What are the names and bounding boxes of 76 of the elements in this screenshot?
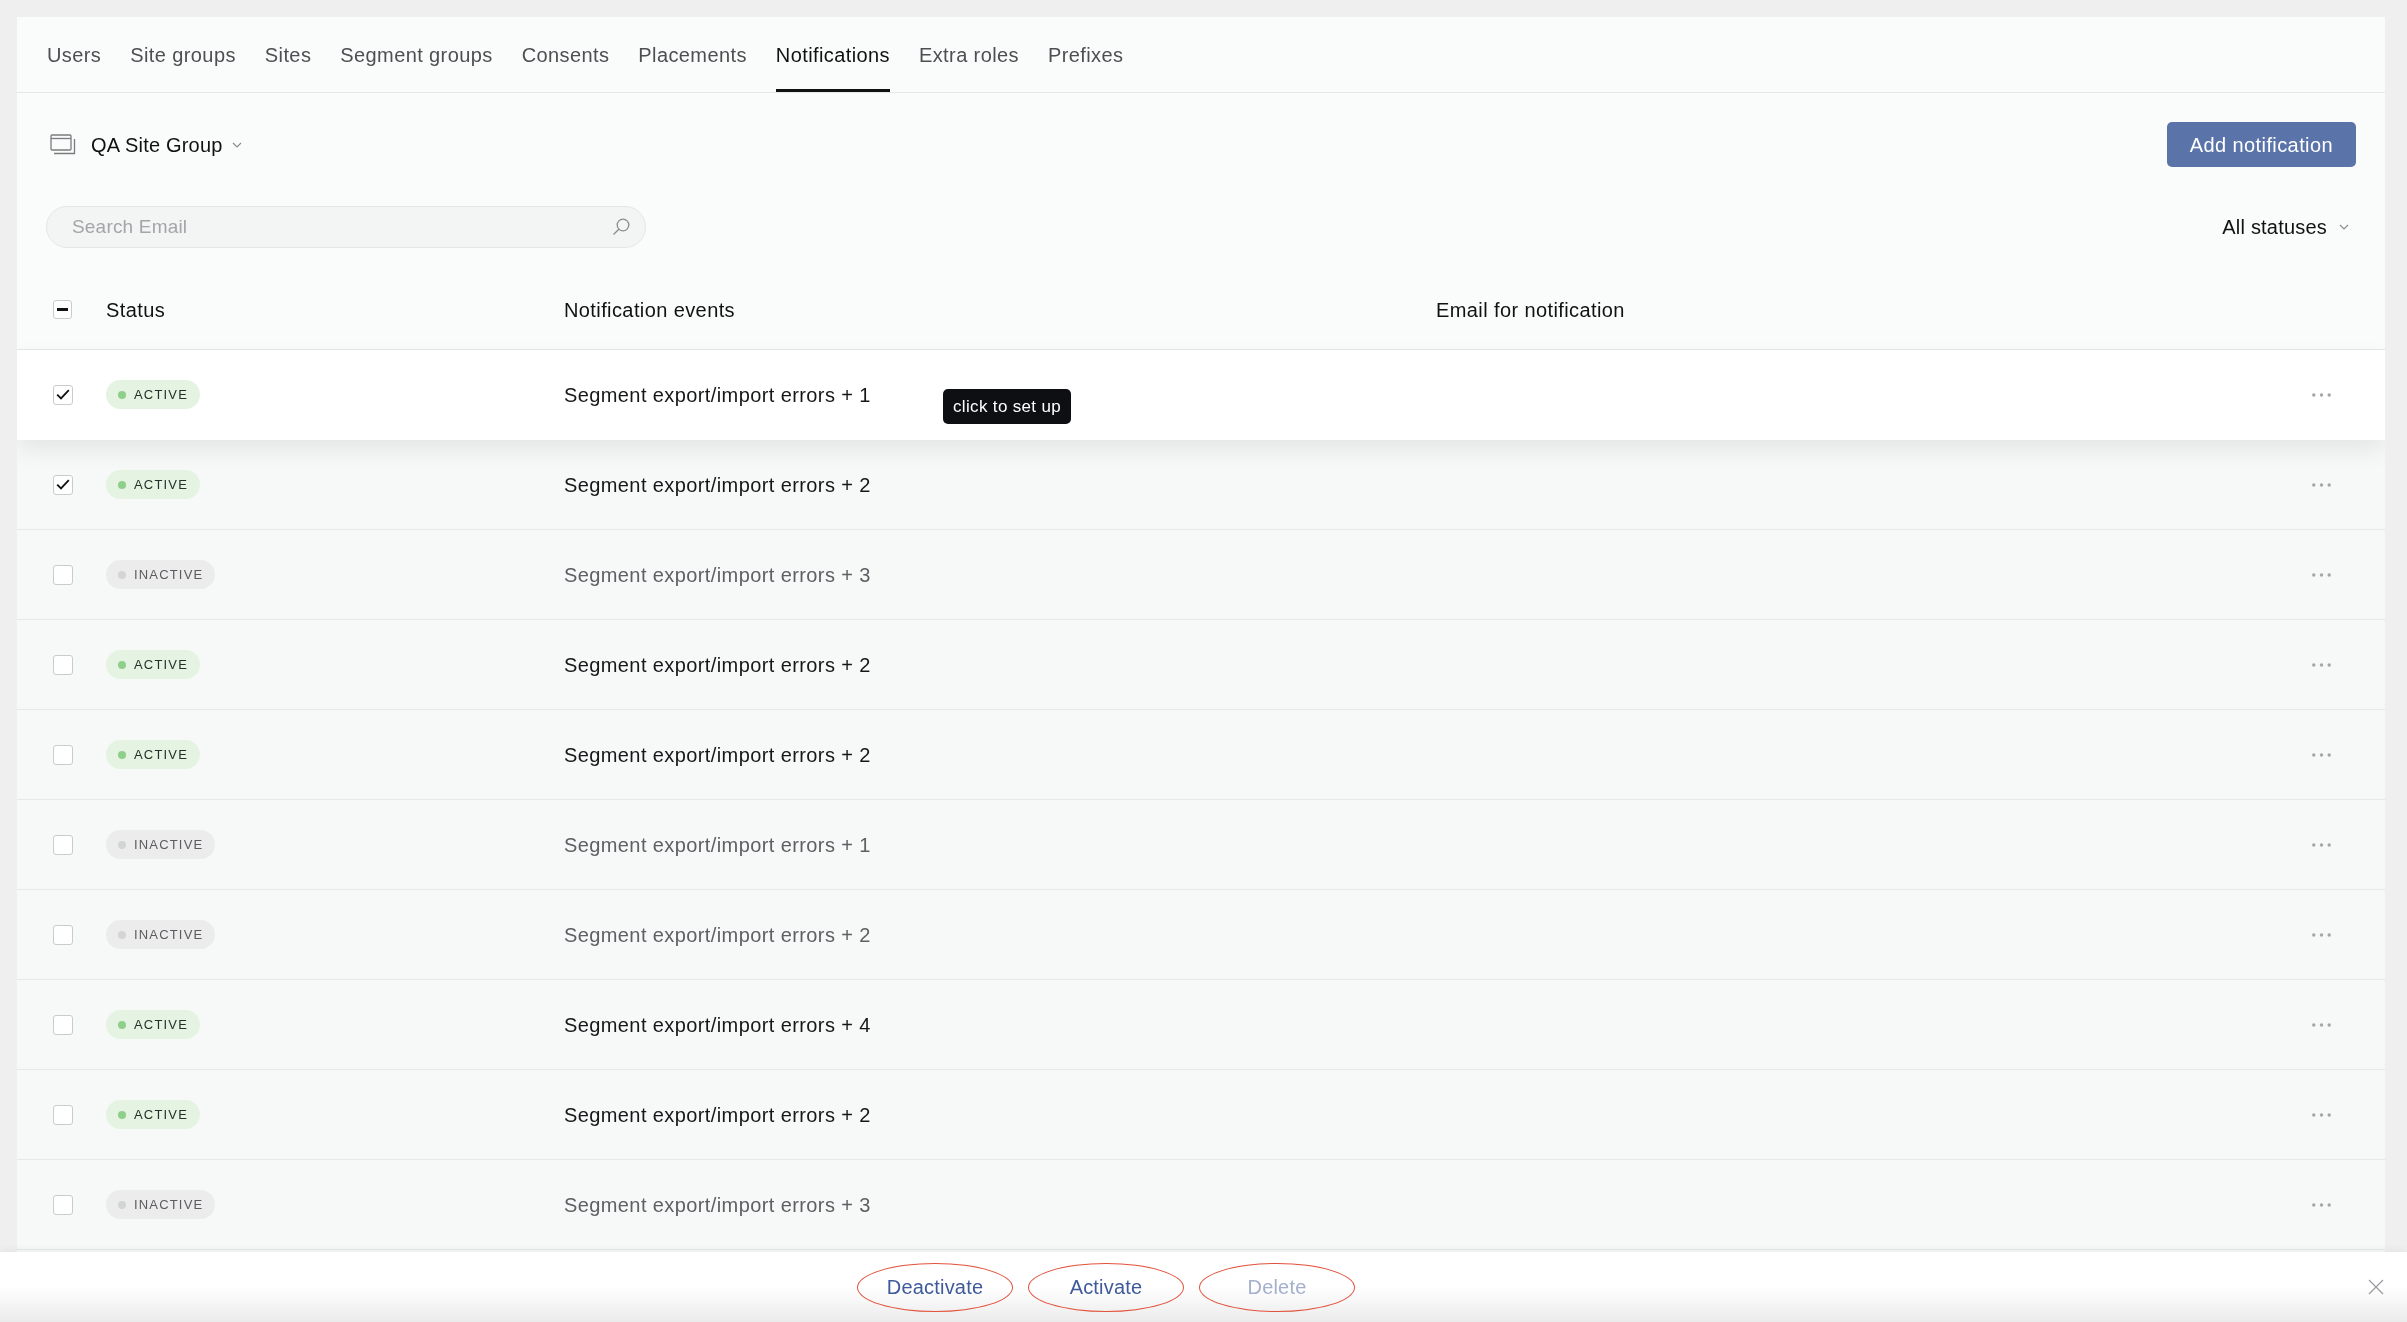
checkbox[interactable] — [53, 1194, 73, 1215]
tab[interactable]: Placements — [638, 17, 747, 92]
more-icon[interactable] — [2312, 392, 2331, 397]
events-text: Segment export/import errors + 1 — [564, 833, 871, 856]
events-text: Segment export/import errors + 3 — [564, 563, 871, 586]
more-icon[interactable] — [2312, 572, 2331, 577]
more-icon[interactable] — [2312, 1022, 2331, 1027]
status-label: INACTIVE — [134, 1195, 204, 1214]
tab[interactable]: Users — [47, 17, 102, 92]
checkbox[interactable] — [53, 654, 73, 675]
events-text: Segment export/import errors + 2 — [564, 473, 871, 496]
status-dot-icon — [118, 480, 126, 489]
events-text: Segment export/import errors + 1 — [564, 383, 871, 406]
search-field[interactable]: Search Email — [46, 206, 646, 248]
checkbox[interactable] — [53, 474, 73, 495]
status-label: ACTIVE — [134, 1015, 188, 1034]
close-icon[interactable] — [2368, 1279, 2384, 1295]
more-icon[interactable] — [2312, 1202, 2331, 1207]
chevron-down-icon — [2339, 224, 2349, 230]
status-label: ACTIVE — [134, 1105, 188, 1124]
checkbox[interactable] — [53, 744, 73, 765]
dash-icon — [57, 308, 68, 311]
more-icon[interactable] — [2312, 932, 2331, 937]
select-all-checkbox[interactable] — [53, 300, 72, 319]
tooltip: click to set up — [943, 389, 1072, 424]
status-label: INACTIVE — [134, 565, 204, 584]
tab[interactable]: Segment groups — [340, 17, 493, 92]
checkbox[interactable] — [53, 834, 73, 855]
events-text: Segment export/import errors + 2 — [564, 653, 871, 676]
events-text: Segment export/import errors + 3 — [564, 1193, 871, 1216]
table-row[interactable]: ACTIVE Segment export/import errors + 1 click to set up — [17, 350, 2385, 440]
checkbox[interactable] — [53, 564, 73, 585]
checkbox[interactable] — [53, 384, 73, 405]
tab[interactable]: Site groups — [130, 17, 236, 92]
status-filter-dropdown[interactable]: All statuses — [2222, 212, 2349, 242]
more-icon[interactable] — [2312, 752, 2331, 757]
status-dot-icon — [118, 750, 126, 759]
add-notification-button[interactable]: Add notification — [2166, 122, 2356, 167]
status-dot-icon — [118, 840, 126, 849]
status-dot-icon — [118, 390, 126, 399]
checkbox[interactable] — [53, 1104, 73, 1125]
status-label: ACTIVE — [134, 655, 188, 674]
status-label: ACTIVE — [134, 745, 188, 764]
checkmark-icon — [56, 389, 70, 400]
column-header: Notification events — [564, 298, 736, 321]
events-text: Segment export/import errors + 2 — [564, 923, 871, 946]
events-text: Segment export/import errors + 2 — [564, 1103, 871, 1126]
column-header: Status — [106, 298, 166, 321]
checkbox[interactable] — [53, 924, 73, 945]
status-label: INACTIVE — [134, 925, 204, 944]
status-dot-icon — [118, 570, 126, 579]
browser-window-icon — [50, 133, 76, 156]
checkmark-icon — [56, 479, 70, 490]
events-text: Segment export/import errors + 2 — [564, 743, 871, 766]
more-icon[interactable] — [2312, 1112, 2331, 1117]
more-icon[interactable] — [2312, 842, 2331, 847]
status-dot-icon — [118, 1110, 126, 1119]
more-icon[interactable] — [2312, 482, 2331, 487]
status-dot-icon — [118, 660, 126, 669]
more-icon[interactable] — [2312, 662, 2331, 667]
tab[interactable]: Extra roles — [919, 17, 1019, 92]
tab[interactable]: Sites — [264, 17, 312, 92]
status-label: INACTIVE — [134, 835, 204, 854]
tab[interactable]: Consents — [521, 17, 610, 92]
column-header: Email for notification — [1436, 298, 1625, 321]
status-label: ACTIVE — [134, 385, 188, 404]
tab[interactable]: Prefixes — [1048, 17, 1124, 92]
site-group-dropdown[interactable]: QA Site Group — [91, 129, 242, 160]
status-dot-icon — [118, 1200, 126, 1209]
events-text: Segment export/import errors + 4 — [564, 1013, 871, 1036]
status-label: ACTIVE — [134, 475, 188, 494]
checkbox[interactable] — [53, 1014, 73, 1035]
search-icon — [612, 218, 630, 236]
status-dot-icon — [118, 930, 126, 939]
chevron-down-icon — [231, 141, 242, 148]
status-dot-icon — [118, 1020, 126, 1029]
